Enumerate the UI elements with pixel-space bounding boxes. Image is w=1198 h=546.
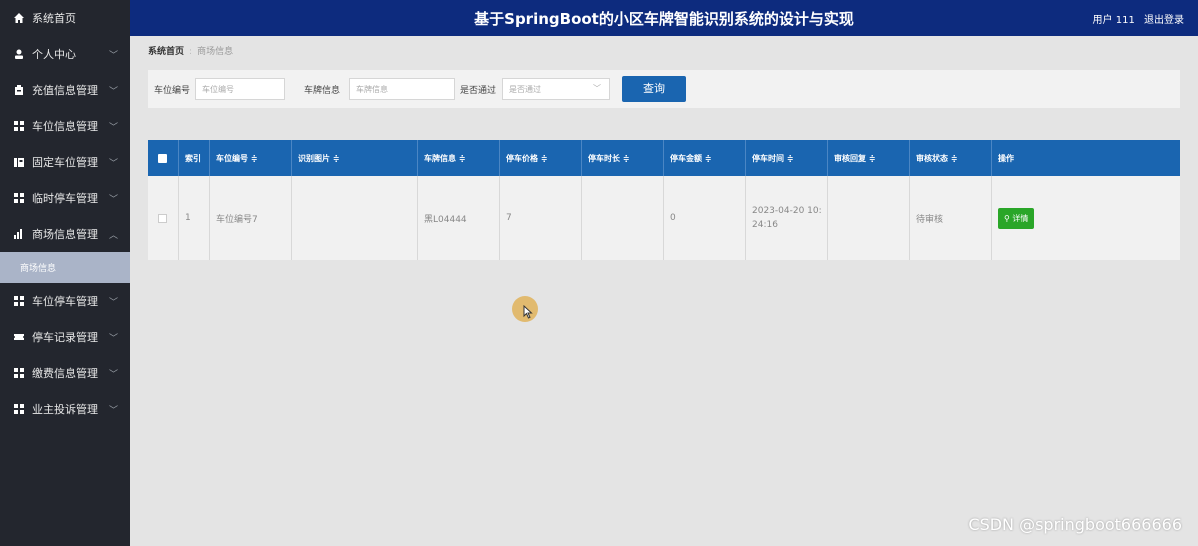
cell-amount: 0 bbox=[664, 176, 746, 260]
chevron-down-icon: ﹀ bbox=[108, 87, 118, 97]
user-label: 用户 111 bbox=[1092, 15, 1135, 26]
sidebar-item-label: 系统首页 bbox=[32, 12, 76, 25]
grid-icon bbox=[14, 296, 24, 306]
cell-time: 2023-04-20 10:24:16 bbox=[746, 176, 828, 260]
cell-plate: 黑L04444 bbox=[418, 176, 500, 260]
breadcrumb-separator: : bbox=[189, 47, 193, 57]
pass-label: 是否通过 bbox=[460, 86, 497, 96]
user-area: 用户 111 退出登录 bbox=[1087, 11, 1184, 26]
sidebar-item-label: 停车记录管理 bbox=[32, 331, 98, 344]
app-title: 基于SpringBoot的小区车牌智能识别系统的设计与实现 bbox=[474, 10, 854, 28]
cell-space: 车位编号7 bbox=[210, 176, 292, 260]
sidebar-item-label: 个人中心 bbox=[32, 48, 76, 61]
sidebar-item-mall-info[interactable]: 商场信息管理 ︿ bbox=[0, 216, 130, 252]
sidebar-item-temp-parking[interactable]: 临时停车管理 ﹀ bbox=[0, 180, 130, 216]
bar-chart-icon bbox=[14, 229, 24, 239]
column-header[interactable]: 车位编号 ≑ bbox=[210, 140, 292, 176]
chevron-down-icon: ﹀ bbox=[593, 84, 601, 93]
chevron-down-icon: ﹀ bbox=[108, 370, 118, 380]
sidebar-item-label: 充值信息管理 bbox=[32, 84, 98, 97]
sidebar-item-label: 商场信息管理 bbox=[32, 228, 98, 241]
chevron-down-icon: ﹀ bbox=[108, 159, 118, 169]
grid-icon bbox=[14, 404, 24, 414]
sidebar-item-label: 业主投诉管理 bbox=[32, 403, 98, 416]
ticket-icon bbox=[14, 332, 24, 342]
grid-icon bbox=[14, 121, 24, 131]
watermark: CSDN @springboot666666 bbox=[968, 515, 1182, 534]
sidebar-item-recharge[interactable]: 充值信息管理 ﹀ bbox=[0, 72, 130, 108]
space-number-label: 车位编号 bbox=[154, 86, 191, 96]
sidebar-item-space-info[interactable]: 车位信息管理 ﹀ bbox=[0, 108, 130, 144]
column-header[interactable]: 识别图片 ≑ bbox=[292, 140, 418, 176]
cell-duration bbox=[582, 176, 664, 260]
cell-price: 7 bbox=[500, 176, 582, 260]
sidebar-item-complaint[interactable]: 业主投诉管理 ﹀ bbox=[0, 391, 130, 427]
column-header: 索引 bbox=[179, 140, 210, 176]
sidebar-subitem-mall-info[interactable]: 商场信息 bbox=[0, 252, 130, 283]
top-bar: 基于SpringBoot的小区车牌智能识别系统的设计与实现 用户 111 退出登… bbox=[130, 0, 1198, 36]
column-header: 操作 bbox=[998, 153, 1014, 163]
chevron-down-icon: ﹀ bbox=[108, 406, 118, 416]
data-table: 索引 车位编号 ≑ 识别图片 ≑ 车牌信息 ≑ 停车价格 ≑ 停车时长 ≑ 停车… bbox=[148, 140, 1180, 260]
column-header[interactable]: 停车价格 ≑ bbox=[500, 140, 582, 176]
space-number-input[interactable]: 车位编号 bbox=[195, 78, 285, 100]
sidebar-item-label: 车位停车管理 bbox=[32, 295, 98, 308]
detail-button[interactable]: ⚲ 详情 bbox=[998, 207, 1035, 229]
search-icon: ⚲ bbox=[1004, 213, 1010, 223]
column-header[interactable]: 停车时间 ≑ bbox=[746, 140, 828, 176]
chevron-down-icon: ﹀ bbox=[108, 51, 118, 61]
query-button[interactable]: 查询 bbox=[622, 76, 686, 102]
column-header[interactable]: 审核回复 ≑ bbox=[828, 140, 910, 176]
chevron-down-icon: ﹀ bbox=[108, 298, 118, 308]
sidebar-item-parking-record[interactable]: 停车记录管理 ﹀ bbox=[0, 319, 130, 355]
sidebar-subitem-label: 商场信息 bbox=[20, 264, 57, 274]
column-header[interactable]: 审核状态 ≑ bbox=[910, 140, 992, 176]
sidebar-item-space-parking[interactable]: 车位停车管理 ﹀ bbox=[0, 283, 130, 319]
home-icon bbox=[14, 13, 24, 23]
row-checkbox[interactable] bbox=[148, 176, 179, 260]
breadcrumb: 系统首页: 商场信息 bbox=[148, 44, 233, 57]
table-row: 1 车位编号7 黑L04444 7 0 2023-04-20 10:24:16 … bbox=[148, 176, 1180, 260]
column-header[interactable]: 停车时长 ≑ bbox=[582, 140, 664, 176]
sidebar-item-payment[interactable]: 缴费信息管理 ﹀ bbox=[0, 355, 130, 391]
table-header: 索引 车位编号 ≑ 识别图片 ≑ 车牌信息 ≑ 停车价格 ≑ 停车时长 ≑ 停车… bbox=[148, 140, 1180, 176]
search-bar: 车位编号 车位编号 车牌信息 车牌信息 是否通过 是否通过 ﹀ 查询 bbox=[148, 70, 1180, 108]
plate-input[interactable]: 车牌信息 bbox=[349, 78, 455, 100]
cell-status: 待审核 bbox=[910, 176, 992, 260]
chevron-up-icon: ︿ bbox=[108, 231, 118, 241]
plate-label: 车牌信息 bbox=[304, 86, 341, 96]
sidebar-item-home[interactable]: 系统首页 bbox=[0, 0, 130, 36]
chevron-down-icon: ﹀ bbox=[108, 195, 118, 205]
breadcrumb-root[interactable]: 系统首页 bbox=[148, 47, 184, 57]
sidebar-item-label: 车位信息管理 bbox=[32, 120, 98, 133]
column-header[interactable]: 车牌信息 ≑ bbox=[418, 140, 500, 176]
pass-select-value: 是否通过 bbox=[509, 85, 541, 94]
sidebar-item-label: 缴费信息管理 bbox=[32, 367, 98, 380]
chevron-down-icon: ﹀ bbox=[108, 334, 118, 344]
detail-button-label: 详情 bbox=[1012, 213, 1029, 223]
sidebar: 系统首页 个人中心 ﹀ 充值信息管理 ﹀ 车位信息管理 ﹀ 固定车位管理 ﹀ 临… bbox=[0, 0, 130, 546]
cell-image bbox=[292, 176, 418, 260]
sidebar-item-fixed-space[interactable]: 固定车位管理 ﹀ bbox=[0, 144, 130, 180]
grid-icon bbox=[14, 368, 24, 378]
sidebar-item-label: 临时停车管理 bbox=[32, 192, 98, 205]
wallet-icon bbox=[14, 85, 24, 95]
logout-link[interactable]: 退出登录 bbox=[1144, 15, 1184, 26]
cell-reply bbox=[828, 176, 910, 260]
chevron-down-icon: ﹀ bbox=[108, 123, 118, 133]
mouse-pointer-icon bbox=[523, 305, 533, 319]
sidebar-item-label: 固定车位管理 bbox=[32, 156, 98, 169]
grid-icon bbox=[14, 193, 24, 203]
breadcrumb-current: 商场信息 bbox=[197, 47, 234, 57]
select-all-checkbox[interactable] bbox=[148, 140, 179, 176]
parking-icon bbox=[14, 157, 24, 167]
cell-action: ⚲ 详情 bbox=[992, 176, 1180, 260]
column-header[interactable]: 停车金额 ≑ bbox=[664, 140, 746, 176]
sidebar-item-personal-center[interactable]: 个人中心 ﹀ bbox=[0, 36, 130, 72]
cell-index: 1 bbox=[179, 176, 210, 260]
user-icon bbox=[14, 49, 24, 59]
pass-select[interactable]: 是否通过 ﹀ bbox=[502, 78, 610, 100]
